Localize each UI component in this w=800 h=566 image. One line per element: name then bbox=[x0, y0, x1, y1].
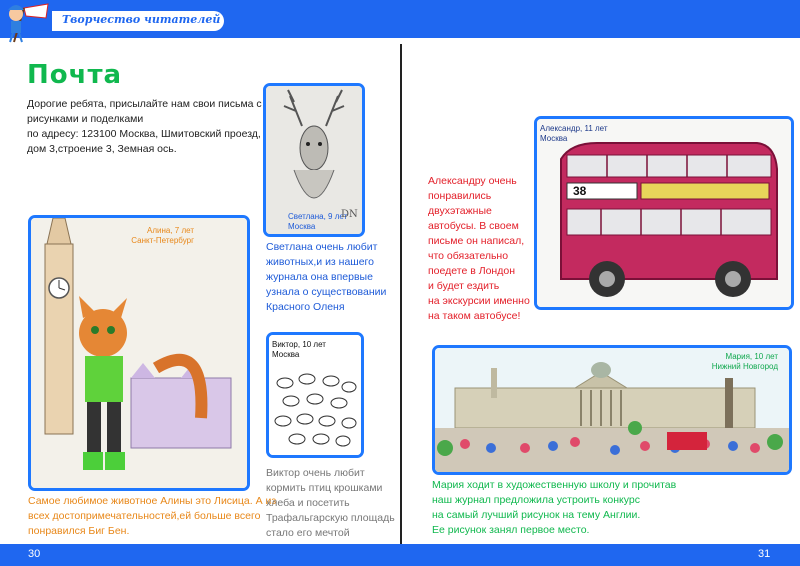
section-title: Почта bbox=[27, 60, 123, 90]
alexander-caption: Александр, 11 лет Москва bbox=[540, 124, 608, 144]
maria-text: Мария ходит в художественную школу и про… bbox=[432, 478, 676, 538]
text-line: на таком автобусе! bbox=[428, 310, 521, 322]
text-line: Александру очень bbox=[428, 175, 517, 187]
caption-name: Светлана, 9 лет bbox=[288, 212, 348, 221]
text-line: узнала о существовании bbox=[266, 286, 387, 298]
text-line: на самый лучший рисунок на тему Англии. bbox=[432, 509, 641, 521]
viktor-text: Виктор очень любит кормить птиц крошками… bbox=[266, 466, 395, 541]
caption-name: Александр, 11 лет bbox=[540, 124, 608, 133]
alexander-text: Александру очень понравились двухэтажные… bbox=[428, 174, 530, 324]
caption-city: Санкт-Петербург bbox=[131, 236, 194, 245]
alina-drawing-frame bbox=[28, 215, 250, 491]
text-line: наш журнал предложила устроить конкурс bbox=[432, 494, 640, 506]
viktor-caption: Виктор, 10 лет Москва bbox=[272, 340, 326, 360]
intro-line: рисунками и поделками bbox=[27, 113, 144, 125]
text-line: Красного Оленя bbox=[266, 301, 345, 313]
text-line: стало его мечтой bbox=[266, 527, 350, 539]
caption-city: Москва bbox=[288, 222, 316, 231]
mascot-icon bbox=[8, 3, 49, 43]
intro-line: по адресу: 123100 Москва, Шмитовский про… bbox=[27, 128, 261, 140]
text-line: хлеба и посетить bbox=[266, 497, 350, 509]
footer-band bbox=[0, 544, 800, 566]
page-number-left: 30 bbox=[28, 548, 41, 560]
text-line: всех достопримечательностей,ей больше вс… bbox=[28, 510, 261, 522]
caption-city: Москва bbox=[540, 134, 568, 143]
text-line: письме он написал, bbox=[428, 235, 525, 247]
alexander-drawing-frame: 38 bbox=[534, 116, 794, 310]
text-line: поедете в Лондон bbox=[428, 265, 515, 277]
big-ben-fox-drawing bbox=[31, 218, 247, 488]
text-line: автобусы. В своем bbox=[428, 220, 519, 232]
caption-name: Мария, 10 лет bbox=[725, 352, 778, 361]
text-line: Ее рисунок занял первое место. bbox=[432, 524, 590, 536]
caption-city: Нижний Новгород bbox=[711, 362, 778, 371]
bus-number: 38 bbox=[573, 184, 587, 198]
text-line: журнала она впервые bbox=[266, 271, 373, 283]
intro-line: Дорогие ребята, присылайте нам свои пись… bbox=[27, 98, 262, 110]
text-line: Трафальгарскую площадь bbox=[266, 512, 395, 524]
header-title: Творчество читателей bbox=[62, 13, 221, 26]
text-line: двухэтажные bbox=[428, 205, 492, 217]
intro-line: дом 3,строение 3, Земная ось. bbox=[27, 143, 177, 155]
text-line: Самое любимое животное Алины это Лисица.… bbox=[28, 495, 277, 507]
caption-city: Москва bbox=[272, 350, 300, 359]
intro-text: Дорогие ребята, присылайте нам свои пись… bbox=[27, 97, 267, 157]
text-line: кормить птиц крошками bbox=[266, 482, 383, 494]
bus-drawing: 38 bbox=[537, 119, 791, 307]
page-number-right: 31 bbox=[758, 548, 771, 560]
text-line: понравился Биг Бен. bbox=[28, 525, 130, 537]
text-line: на экскурсии именно bbox=[428, 295, 530, 307]
text-line: и будет ездить bbox=[428, 280, 500, 292]
maria-caption: Мария, 10 лет Нижний Новгород bbox=[700, 352, 778, 372]
text-line: Мария ходит в художественную школу и про… bbox=[432, 479, 677, 491]
caption-name: Алина, 7 лет bbox=[147, 226, 194, 235]
text-line: животных,и из нашего bbox=[266, 256, 374, 268]
svetlana-text: Светлана очень любит животных,и из нашег… bbox=[266, 240, 386, 315]
text-line: Светлана очень любит bbox=[266, 241, 378, 253]
text-line: что обязательно bbox=[428, 250, 509, 262]
text-line: понравились bbox=[428, 190, 492, 202]
svetlana-caption: Светлана, 9 лет Москва bbox=[288, 212, 347, 232]
alina-caption: Алина, 7 лет Санкт-Петербург bbox=[124, 226, 194, 246]
alina-text: Самое любимое животное Алины это Лисица.… bbox=[28, 494, 276, 539]
caption-name: Виктор, 10 лет bbox=[272, 340, 326, 349]
text-line: Виктор очень любит bbox=[266, 467, 365, 479]
svetlana-signature: DN bbox=[341, 209, 358, 220]
